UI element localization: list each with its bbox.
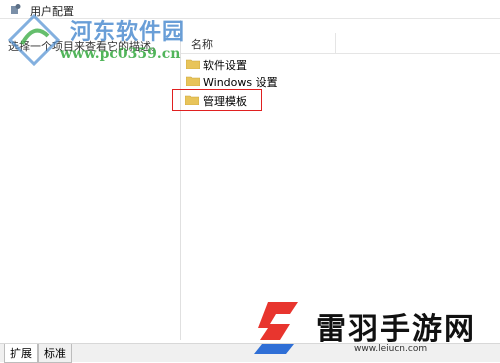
leiyu-logo-icon — [254, 302, 298, 354]
watermark-right-url: www.leiucn.com — [354, 344, 428, 354]
list-item-label: 管理模板 — [203, 95, 247, 108]
folder-icon — [186, 76, 200, 86]
hedong-logo-icon — [8, 14, 60, 66]
list-item-admin-templates[interactable]: 管理模板 — [172, 89, 262, 111]
list-item-windows-settings[interactable]: Windows 设置 — [186, 72, 346, 90]
list-item-software-settings[interactable]: 软件设置 — [186, 55, 346, 73]
watermark-right-title: 雷羽手游网 — [316, 312, 476, 347]
watermark-left-url: www.pc0359.cn — [60, 46, 181, 62]
watermark-left-title: 河东软件园 — [70, 19, 186, 45]
tab-extended[interactable]: 扩展 — [4, 344, 38, 363]
tab-standard[interactable]: 标准 — [38, 344, 72, 363]
list-item-label: 软件设置 — [203, 59, 247, 72]
list-header[interactable]: 名称 — [181, 33, 500, 54]
folder-icon — [185, 95, 199, 105]
watermark-leiyu: 雷羽手游网 www.leiucn.com — [244, 300, 500, 360]
column-divider[interactable] — [335, 33, 336, 53]
watermark-hedong: 河东软件园 www.pc0359.cn — [8, 14, 208, 72]
list-item-label: Windows 设置 — [203, 76, 278, 89]
